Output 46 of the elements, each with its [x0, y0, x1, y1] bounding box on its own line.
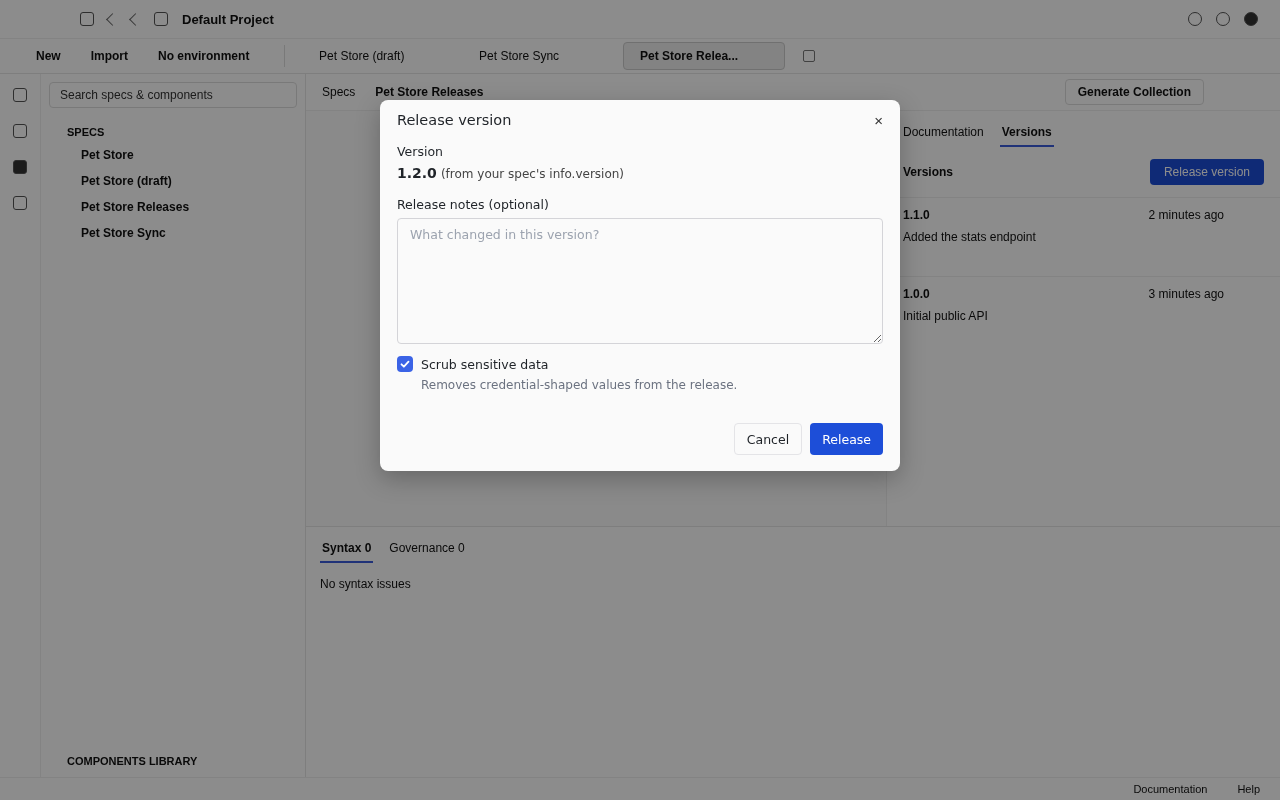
- breadcrumb-link[interactable]: Specs: [322, 85, 356, 99]
- panel-tab[interactable]: Documentation: [901, 119, 986, 147]
- panel-tab[interactable]: Versions: [999, 119, 1054, 147]
- panel-tab[interactable]: Governance 0: [387, 535, 467, 563]
- version-note: Initial public API: [903, 309, 989, 323]
- version-number: 1.0.0: [903, 287, 930, 301]
- spec-tab[interactable]: Pet Store Relea...: [623, 42, 786, 70]
- project-name[interactable]: Default Project: [182, 11, 274, 27]
- checkbox[interactable]: [397, 356, 413, 372]
- environment-dropdown[interactable]: No environment: [152, 45, 286, 67]
- dialog-title: Release version: [397, 112, 512, 128]
- documentation-link[interactable]: Documentation: [1133, 783, 1208, 795]
- version-time: 3 minutes ago: [1148, 287, 1224, 301]
- version-time: 2 minutes ago: [1148, 208, 1224, 222]
- version-source: (from your spec's info.version): [440, 167, 625, 181]
- add-tab-icon[interactable]: [803, 50, 816, 62]
- version-value: 1.2.0: [397, 165, 437, 181]
- release-notes-field[interactable]: What changed in this version?: [397, 218, 883, 344]
- new-button[interactable]: New: [30, 45, 67, 67]
- search-field[interactable]: Search specs & components: [49, 82, 297, 108]
- account-icon[interactable]: [1244, 12, 1258, 26]
- breadcrumb-current: Pet Store Releases: [375, 85, 484, 99]
- sidebar-item[interactable]: Pet Store Sync: [49, 220, 297, 246]
- sidebar-item[interactable]: Pet Store (draft): [49, 168, 297, 194]
- spec-tab[interactable]: Pet Store (draft): [303, 43, 446, 69]
- import-button[interactable]: Import: [84, 45, 135, 67]
- spec-tab[interactable]: Pet Store Sync: [463, 43, 606, 69]
- cancel-button[interactable]: Cancel: [733, 423, 803, 455]
- versions-heading: Versions: [903, 165, 954, 179]
- sidebar-item[interactable]: Pet Store Releases: [49, 194, 297, 220]
- version-number: 1.1.0: [903, 208, 930, 222]
- section-heading[interactable]: SPECS: [49, 122, 297, 142]
- close-button[interactable]: ×: [870, 111, 883, 129]
- field-label: Release notes (optional): [397, 197, 550, 212]
- release-version-button[interactable]: Release version: [1149, 159, 1264, 185]
- status-message: No syntax issues: [319, 576, 412, 593]
- section-heading[interactable]: COMPONENTS LIBRARY: [49, 751, 297, 771]
- version-note: Added the stats endpoint: [903, 230, 1037, 244]
- checkbox-hint: Removes credential-shaped values from the release.: [421, 378, 739, 392]
- sidebar-item[interactable]: Pet Store: [49, 142, 297, 168]
- panel-tab[interactable]: Syntax 0: [320, 535, 374, 563]
- help-link[interactable]: Help: [1237, 783, 1260, 795]
- generate-collection-button[interactable]: Generate Collection: [1064, 79, 1204, 105]
- field-label: Version: [397, 144, 444, 159]
- release-button[interactable]: Release: [810, 423, 883, 455]
- checkbox-label[interactable]: Scrub sensitive data: [421, 356, 549, 372]
